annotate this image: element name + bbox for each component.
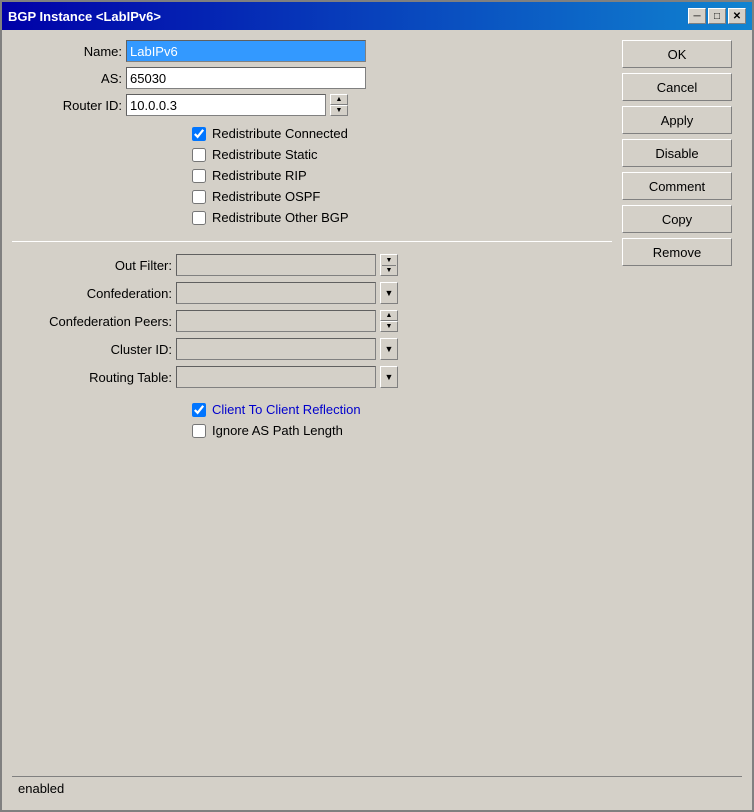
window-body: Name: AS: Router ID: ▲ ▼ — [2, 30, 752, 810]
redistribute-other-bgp-checkbox[interactable] — [192, 211, 206, 225]
client-reflection-label: Client To Client Reflection — [212, 402, 361, 417]
as-row: AS: — [12, 67, 612, 89]
window-title: BGP Instance <LabIPv6> — [8, 9, 161, 24]
confederation-peers-row: Confederation Peers: ▲ ▼ — [12, 310, 612, 332]
out-filter-row: Out Filter: ▼ ▼ — [12, 254, 612, 276]
confederation-peers-label: Confederation Peers: — [12, 314, 172, 329]
confederation-row: Confederation: ▼ — [12, 282, 612, 304]
ignore-as-path-checkbox[interactable] — [192, 424, 206, 438]
router-id-label: Router ID: — [12, 98, 122, 113]
router-id-input[interactable] — [126, 94, 326, 116]
router-id-down-button[interactable]: ▼ — [330, 105, 348, 116]
redistribute-rip-row: Redistribute RIP — [12, 168, 612, 183]
router-id-up-button[interactable]: ▲ — [330, 94, 348, 105]
right-panel: OK Cancel Apply Disable Comment Copy Rem… — [622, 40, 742, 770]
out-filter-input[interactable] — [176, 254, 376, 276]
cluster-id-dropdown-button[interactable]: ▼ — [380, 338, 398, 360]
ignore-as-path-row: Ignore AS Path Length — [12, 423, 612, 438]
separator — [12, 241, 612, 242]
name-input[interactable] — [126, 40, 366, 62]
redistribute-connected-row: Redistribute Connected — [12, 126, 612, 141]
as-label: AS: — [12, 71, 122, 86]
bottom-checkboxes-section: Client To Client Reflection Ignore AS Pa… — [12, 402, 612, 438]
status-bar: enabled — [12, 776, 742, 800]
bgp-instance-window: BGP Instance <LabIPv6> ─ □ ✕ Name: — [0, 0, 754, 812]
conf-peers-down-button[interactable]: ▼ — [380, 321, 398, 332]
confederation-peers-spinner: ▲ ▼ — [380, 310, 398, 332]
copy-button[interactable]: Copy — [622, 205, 732, 233]
confederation-peers-input[interactable] — [176, 310, 376, 332]
redistribute-other-bgp-row: Redistribute Other BGP — [12, 210, 612, 225]
title-bar: BGP Instance <LabIPv6> ─ □ ✕ — [2, 2, 752, 30]
cluster-id-input[interactable] — [176, 338, 376, 360]
combos-section: Out Filter: ▼ ▼ Confederation: ▼ — [12, 254, 612, 388]
cancel-button[interactable]: Cancel — [622, 73, 732, 101]
main-content: Name: AS: Router ID: ▲ ▼ — [12, 40, 742, 770]
router-id-spinner: ▲ ▼ — [330, 94, 348, 116]
confederation-label: Confederation: — [12, 286, 172, 301]
maximize-button[interactable]: □ — [708, 8, 726, 24]
redistribute-other-bgp-label: Redistribute Other BGP — [212, 210, 349, 225]
title-bar-buttons: ─ □ ✕ — [688, 8, 746, 24]
ignore-as-path-label: Ignore AS Path Length — [212, 423, 343, 438]
cluster-id-row: Cluster ID: ▼ — [12, 338, 612, 360]
redistribute-ospf-row: Redistribute OSPF — [12, 189, 612, 204]
close-button[interactable]: ✕ — [728, 8, 746, 24]
confederation-dropdown-button[interactable]: ▼ — [380, 282, 398, 304]
redistribute-rip-label: Redistribute RIP — [212, 168, 307, 183]
redistribute-static-checkbox[interactable] — [192, 148, 206, 162]
routing-table-row: Routing Table: ▼ — [12, 366, 612, 388]
redistribute-rip-checkbox[interactable] — [192, 169, 206, 183]
conf-peers-up-button[interactable]: ▲ — [380, 310, 398, 321]
cluster-id-label: Cluster ID: — [12, 342, 172, 357]
router-id-row: Router ID: ▲ ▼ — [12, 94, 612, 116]
comment-button[interactable]: Comment — [622, 172, 732, 200]
checkboxes-section: Redistribute Connected Redistribute Stat… — [12, 126, 612, 225]
confederation-input[interactable] — [176, 282, 376, 304]
redistribute-connected-checkbox[interactable] — [192, 127, 206, 141]
left-panel: Name: AS: Router ID: ▲ ▼ — [12, 40, 612, 770]
out-filter-label: Out Filter: — [12, 258, 172, 273]
routing-table-dropdown-button[interactable]: ▼ — [380, 366, 398, 388]
ok-button[interactable]: OK — [622, 40, 732, 68]
disable-button[interactable]: Disable — [622, 139, 732, 167]
name-row: Name: — [12, 40, 612, 62]
remove-button[interactable]: Remove — [622, 238, 732, 266]
apply-button[interactable]: Apply — [622, 106, 732, 134]
redistribute-static-row: Redistribute Static — [12, 147, 612, 162]
redistribute-ospf-label: Redistribute OSPF — [212, 189, 320, 204]
status-text: enabled — [18, 781, 64, 796]
redistribute-ospf-checkbox[interactable] — [192, 190, 206, 204]
name-label: Name: — [12, 44, 122, 59]
routing-table-input[interactable] — [176, 366, 376, 388]
redistribute-connected-label: Redistribute Connected — [212, 126, 348, 141]
minimize-button[interactable]: ─ — [688, 8, 706, 24]
fields-section: Name: AS: Router ID: ▲ ▼ — [12, 40, 612, 116]
out-filter-dropdown-button[interactable]: ▼ ▼ — [380, 254, 398, 276]
as-input[interactable] — [126, 67, 366, 89]
redistribute-static-label: Redistribute Static — [212, 147, 318, 162]
routing-table-label: Routing Table: — [12, 370, 172, 385]
client-reflection-row: Client To Client Reflection — [12, 402, 612, 417]
client-reflection-checkbox[interactable] — [192, 403, 206, 417]
